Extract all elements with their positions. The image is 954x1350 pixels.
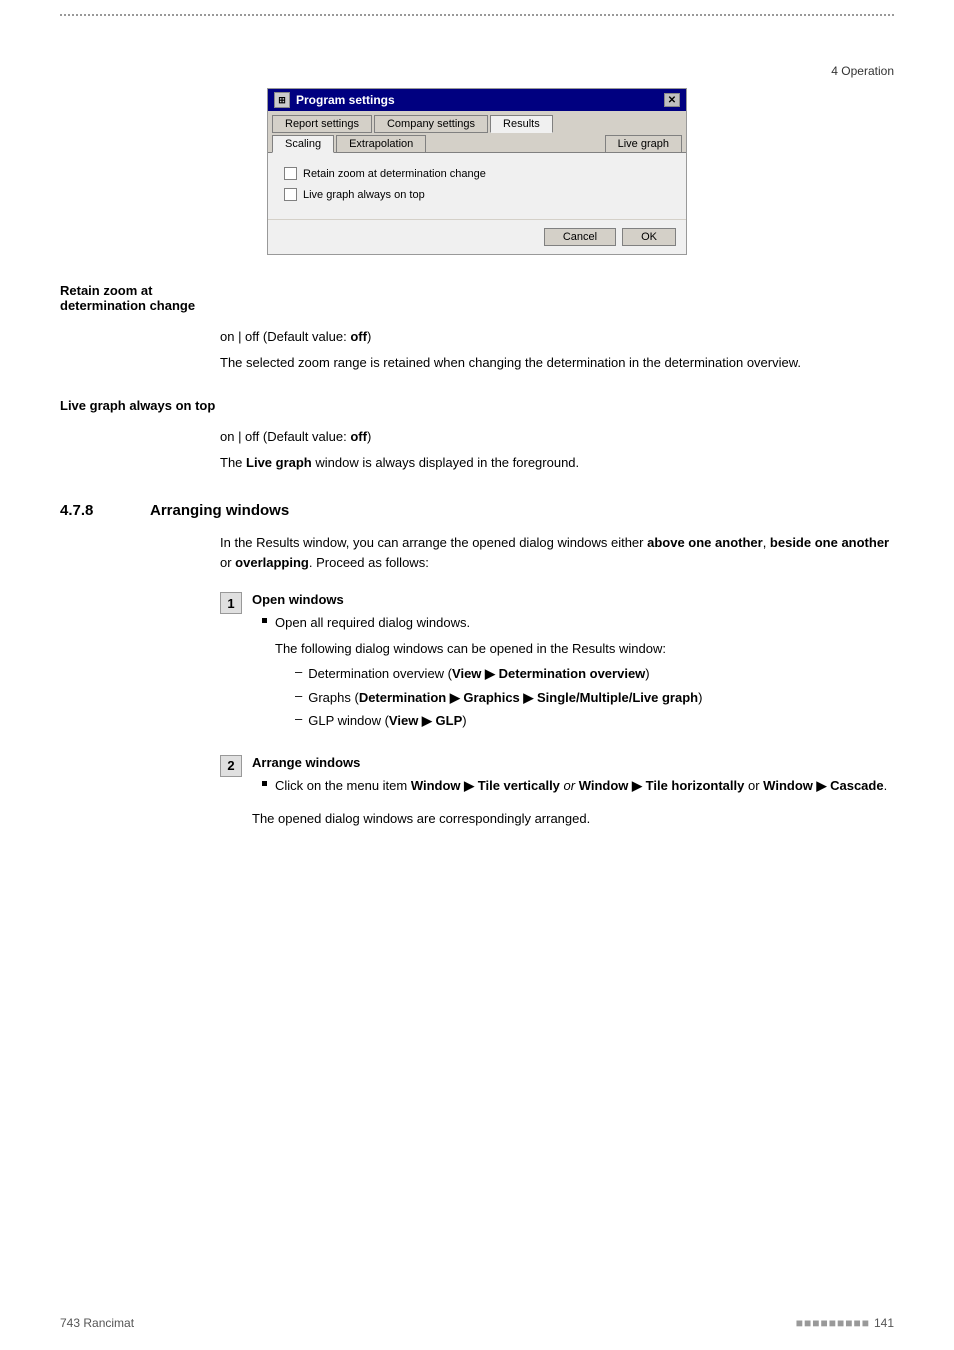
retain-zoom-default: on | off (Default value: off) xyxy=(220,327,894,347)
retain-default-bold: off xyxy=(350,329,367,344)
live-default-suffix: ) xyxy=(367,429,371,444)
checkbox-live-graph[interactable] xyxy=(284,188,297,201)
section-live-graph-heading-row: Live graph always on top xyxy=(60,398,894,413)
live-graph-heading: Live graph always on top xyxy=(60,398,215,413)
dialog-close-button[interactable]: ✕ xyxy=(664,93,680,107)
sub-item-1-text: Determination overview (View ▶ Determina… xyxy=(308,664,649,684)
retain-zoom-description: The selected zoom range is retained when… xyxy=(220,353,894,373)
dialog-titlebar: ⊞ Program settings ✕ xyxy=(268,89,686,111)
checkbox-live-graph-row: Live graph always on top xyxy=(284,188,670,201)
cancel-button[interactable]: Cancel xyxy=(544,228,616,246)
dialog-title-left: ⊞ Program settings xyxy=(274,92,395,108)
live-graph-description: The Live graph window is always displaye… xyxy=(220,453,894,473)
tabs-row-1: Report settings Company settings Results xyxy=(268,111,686,132)
bullet-square-1 xyxy=(262,618,267,623)
intro-2: , xyxy=(763,535,770,550)
program-settings-dialog: ⊞ Program settings ✕ Report settings Com… xyxy=(267,88,687,255)
dialog-window-icon: ⊞ xyxy=(274,92,290,108)
sub-dash-1: – xyxy=(295,664,302,679)
chapter-number: 4.7.8 xyxy=(60,502,150,519)
chapter-intro-row: In the Results window, you can arrange t… xyxy=(60,533,894,578)
tab-results[interactable]: Results xyxy=(490,115,553,133)
top-decoration-line xyxy=(60,14,894,16)
tab-report-settings[interactable]: Report settings xyxy=(272,115,372,133)
live-graph-default: on | off (Default value: off) xyxy=(220,427,894,447)
tab-live-graph[interactable]: Live graph xyxy=(605,135,682,153)
intro-3: or xyxy=(220,555,235,570)
sub-dash-2: – xyxy=(295,688,302,703)
step-2: 2 Arrange windows Click on the menu item… xyxy=(220,755,894,835)
page-number: 141 xyxy=(874,1316,894,1330)
tab-company-settings[interactable]: Company settings xyxy=(374,115,488,133)
step-2-bullet: Click on the menu item Window ▶ Tile ver… xyxy=(262,776,894,802)
step-2-number: 2 xyxy=(220,755,242,777)
checkbox-retain-zoom[interactable] xyxy=(284,167,297,180)
sub-item-2-text: Graphs (Determination ▶ Graphics ▶ Singl… xyxy=(308,688,702,708)
chapter-heading: 4.7.8 Arranging windows xyxy=(60,502,894,519)
intro-bold3: overlapping xyxy=(235,555,309,570)
step-1-sub-list: – Determination overview (View ▶ Determi… xyxy=(295,664,702,731)
dialog-footer: Cancel OK xyxy=(268,219,686,254)
section-retain-zoom: Retain zoom at determination change on |… xyxy=(60,283,894,378)
intro-1: In the Results window, you can arrange t… xyxy=(220,535,647,550)
step-1-number: 1 xyxy=(220,592,242,614)
step-1-bullet: Open all required dialog windows. The fo… xyxy=(262,613,894,735)
step-2-bullet-text: Click on the menu item Window ▶ Tile ver… xyxy=(275,776,887,796)
live-desc-bold: Live graph xyxy=(246,455,312,470)
step-2-footer-text: The opened dialog windows are correspond… xyxy=(252,809,894,829)
step-1: 1 Open windows Open all required dialog … xyxy=(220,592,894,739)
live-default-bold: off xyxy=(350,429,367,444)
page-num-dots: ■■■■■■■■■ xyxy=(796,1316,870,1330)
section-retain-zoom-content xyxy=(220,283,894,313)
step-1-sub-intro: The following dialog windows can be open… xyxy=(275,639,702,659)
bullet-square-2 xyxy=(262,781,267,786)
checkbox-retain-zoom-label: Retain zoom at determination change xyxy=(303,168,486,180)
intro-4: . Proceed as follows: xyxy=(309,555,429,570)
page-header-section: 4 Operation xyxy=(831,64,894,78)
footer-product: 743 Rancimat xyxy=(60,1316,134,1330)
sub-item-3-text: GLP window (View ▶ GLP) xyxy=(308,711,466,731)
tabs-row-2: Scaling Extrapolation Live graph xyxy=(268,132,686,152)
retain-default-suffix: ) xyxy=(367,329,371,344)
section-retain-zoom-label: Retain zoom at determination change xyxy=(60,283,220,313)
dialog-body: Retain zoom at determination change Live… xyxy=(268,153,686,219)
page-footer: 743 Rancimat ■■■■■■■■■ 141 xyxy=(60,1316,894,1330)
retain-zoom-heading: Retain zoom at determination change xyxy=(60,283,195,313)
sub-dash-3: – xyxy=(295,711,302,726)
step-1-title: Open windows xyxy=(252,592,894,607)
dialog-tabs-area: Report settings Company settings Results… xyxy=(268,111,686,153)
chapter-intro: In the Results window, you can arrange t… xyxy=(220,533,894,572)
intro-bold1: above one another xyxy=(647,535,763,550)
section-live-graph: Live graph always on top on | off (Defau… xyxy=(60,398,894,478)
intro-bold2: beside one another xyxy=(770,535,889,550)
live-desc-2: window is always displayed in the foregr… xyxy=(312,455,579,470)
page-number-block: ■■■■■■■■■ 141 xyxy=(796,1316,894,1330)
section-live-graph-default-row: on | off (Default value: off) The Live g… xyxy=(60,427,894,478)
chapter-title: Arranging windows xyxy=(150,502,289,519)
sub-item-2: – Graphs (Determination ▶ Graphics ▶ Sin… xyxy=(295,688,702,708)
dialog-title-text: Program settings xyxy=(296,93,395,107)
live-desc-1: The xyxy=(220,455,246,470)
checkbox-retain-zoom-row: Retain zoom at determination change xyxy=(284,167,670,180)
checkbox-live-graph-label: Live graph always on top xyxy=(303,189,425,201)
section-retain-zoom-default-row: on | off (Default value: off) The select… xyxy=(60,327,894,378)
retain-default-prefix: on | off (Default value: xyxy=(220,329,350,344)
step-2-title: Arrange windows xyxy=(252,755,894,770)
section-live-graph-label: Live graph always on top xyxy=(60,398,220,413)
ok-button[interactable]: OK xyxy=(622,228,676,246)
section-retain-zoom-heading-row: Retain zoom at determination change xyxy=(60,283,894,313)
live-default-prefix: on | off (Default value: xyxy=(220,429,350,444)
steps-container: 1 Open windows Open all required dialog … xyxy=(220,592,894,835)
sub-item-3: – GLP window (View ▶ GLP) xyxy=(295,711,702,731)
tab-extrapolation[interactable]: Extrapolation xyxy=(336,135,426,153)
step-2-content: Arrange windows Click on the menu item W… xyxy=(252,755,894,835)
step-1-bullet-text: Open all required dialog windows. xyxy=(275,613,702,633)
sub-item-1: – Determination overview (View ▶ Determi… xyxy=(295,664,702,684)
dialog-wrapper: ⊞ Program settings ✕ Report settings Com… xyxy=(60,88,894,255)
step-1-content: Open windows Open all required dialog wi… xyxy=(252,592,894,739)
tab-scaling[interactable]: Scaling xyxy=(272,135,334,153)
